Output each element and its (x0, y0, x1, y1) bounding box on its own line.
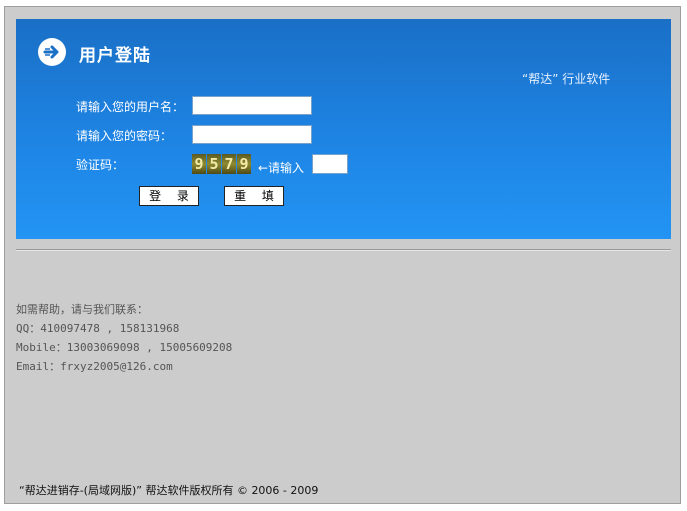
password-label: 请输入您的密码： (76, 129, 173, 143)
login-button[interactable]: 登 录 (139, 186, 199, 206)
captcha-hint: ←请输入 (258, 161, 305, 175)
brand-text: “帮达” 行业软件 (522, 72, 611, 86)
username-label: 请输入您的用户名： (76, 100, 185, 114)
footer-copyright: “帮达进销存-(局域网版)” 帮达软件版权所有 © 2006 - 2009 (19, 484, 319, 497)
help-email: Email：frxyz2005@126.com (16, 360, 173, 373)
help-section: 如需帮助，请与我们联系： QQ：410097478 , 158131968 Mo… (16, 300, 232, 376)
help-mobile: Mobile：13003069098 , 15005609208 (16, 341, 233, 354)
captcha-image: 9 5 7 9 (192, 154, 252, 174)
arrow-right-icon (38, 38, 66, 66)
username-input[interactable] (192, 96, 312, 115)
captcha-digit: 9 (237, 154, 251, 174)
captcha-input[interactable] (312, 154, 348, 174)
captcha-digit: 5 (207, 154, 221, 174)
captcha-label: 验证码： (76, 158, 125, 172)
login-panel: 用户登陆 “帮达” 行业软件 请输入您的用户名： 请输入您的密码： 验证码： 9… (16, 19, 671, 239)
captcha-digit: 9 (192, 154, 206, 174)
captcha-digit: 7 (222, 154, 236, 174)
divider (16, 249, 671, 251)
password-input[interactable] (192, 125, 312, 144)
help-qq: QQ：410097478 , 158131968 (16, 322, 180, 335)
reset-button[interactable]: 重 填 (224, 186, 284, 206)
page-frame: 用户登陆 “帮达” 行业软件 请输入您的用户名： 请输入您的密码： 验证码： 9… (4, 6, 681, 504)
login-title: 用户登陆 (79, 46, 151, 66)
help-heading: 如需帮助，请与我们联系： (16, 303, 148, 316)
